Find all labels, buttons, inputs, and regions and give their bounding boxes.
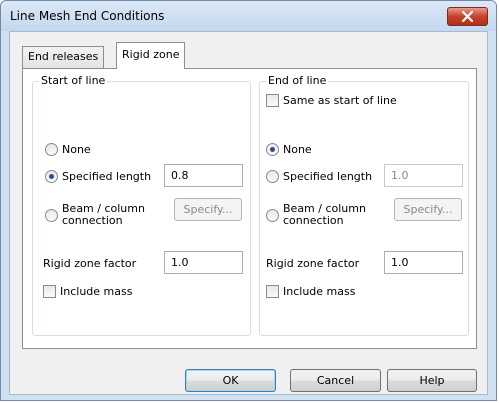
ok-button[interactable]: OK — [185, 369, 276, 392]
end-beam-label-line2: connection — [283, 214, 344, 227]
end-specified-label: Specified length — [283, 170, 373, 183]
end-specified-length-input[interactable]: 1.0 — [384, 164, 463, 187]
end-of-line-legend: End of line — [266, 74, 329, 87]
start-beam-radio[interactable] — [45, 208, 58, 222]
start-factor-input[interactable]: 1.0 — [164, 251, 243, 274]
start-include-mass-label: Include mass — [60, 285, 133, 298]
help-button[interactable]: Help — [387, 369, 477, 392]
dialog-window: Line Mesh End Conditions End releases Ri… — [0, 0, 497, 401]
tab-rigid-zone[interactable]: Rigid zone — [116, 42, 186, 69]
dialog-body: End releases Rigid zone Start of line No… — [9, 31, 488, 395]
close-button[interactable] — [447, 7, 488, 26]
tab-end-releases[interactable]: End releases — [22, 46, 105, 68]
start-include-mass-option[interactable]: Include mass — [43, 285, 132, 298]
same-as-start-option[interactable]: Same as start of line — [266, 94, 397, 107]
end-none-label: None — [283, 143, 312, 156]
start-specified-option[interactable]: Specified length — [45, 170, 151, 183]
start-factor-label: Rigid zone factor — [43, 257, 137, 270]
end-none-radio[interactable] — [266, 143, 279, 156]
same-as-start-label: Same as start of line — [283, 94, 397, 107]
end-beam-label: Beam / column connection — [283, 203, 366, 227]
start-of-line-legend: Start of line — [39, 74, 108, 87]
end-of-line-group: End of line Same as start of line None S… — [259, 74, 469, 336]
start-none-label: None — [62, 143, 91, 156]
end-beam-option[interactable]: Beam / column connection — [266, 203, 366, 227]
end-factor-input[interactable]: 1.0 — [384, 251, 463, 274]
start-specified-length-input[interactable]: 0.8 — [164, 164, 243, 187]
end-specified-option[interactable]: Specified length — [266, 170, 372, 183]
title-bar[interactable]: Line Mesh End Conditions — [1, 1, 496, 31]
end-specified-radio[interactable] — [266, 170, 279, 183]
end-none-option[interactable]: None — [266, 143, 312, 156]
start-beam-label: Beam / column connection — [62, 203, 145, 227]
start-none-radio[interactable] — [45, 143, 58, 156]
rigid-zone-panel: Start of line None Specified length 0.8 … — [22, 68, 477, 349]
same-as-start-checkbox[interactable] — [266, 94, 279, 107]
end-beam-radio[interactable] — [266, 208, 279, 222]
end-factor-label: Rigid zone factor — [266, 257, 360, 270]
end-specify-button[interactable]: Specify... — [394, 198, 462, 221]
end-include-mass-option[interactable]: Include mass — [266, 285, 355, 298]
end-include-mass-checkbox[interactable] — [266, 285, 279, 298]
start-beam-option[interactable]: Beam / column connection — [45, 203, 145, 227]
start-beam-label-line2: connection — [62, 214, 123, 227]
start-specified-label: Specified length — [62, 170, 152, 183]
start-include-mass-checkbox[interactable] — [43, 285, 56, 298]
end-include-mass-label: Include mass — [283, 285, 356, 298]
start-of-line-group: Start of line None Specified length 0.8 … — [32, 74, 251, 336]
start-none-option[interactable]: None — [45, 143, 91, 156]
start-specified-radio[interactable] — [45, 170, 58, 183]
cancel-button[interactable]: Cancel — [290, 369, 381, 392]
window-title: Line Mesh End Conditions — [10, 9, 165, 23]
close-icon — [462, 11, 473, 22]
start-specify-button[interactable]: Specify... — [174, 198, 242, 221]
